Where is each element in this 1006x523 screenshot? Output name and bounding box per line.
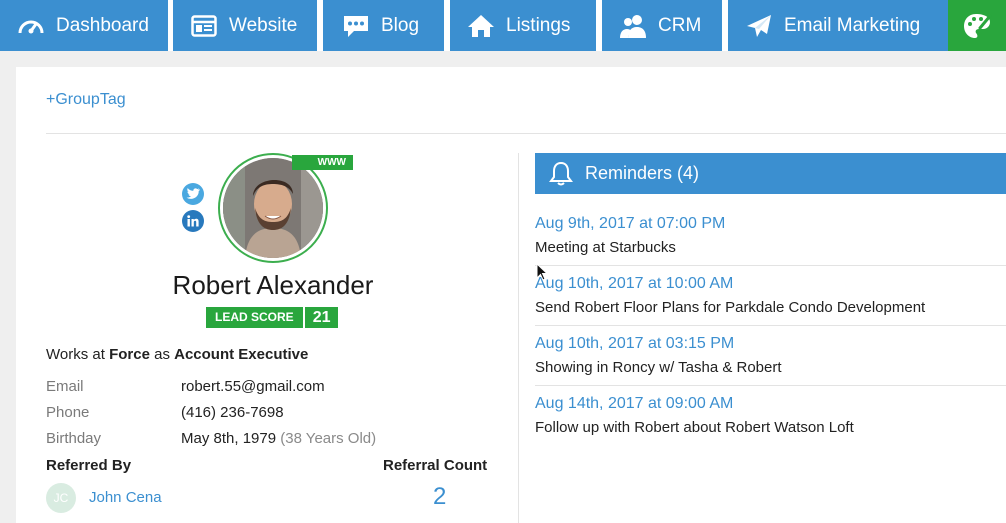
reminder-time: Aug 9th, 2017 at 07:00 PM — [535, 215, 726, 232]
blog-speech-bubble-icon — [341, 11, 371, 41]
referrer-avatar[interactable]: JC — [46, 483, 76, 513]
mouse-cursor-icon — [536, 263, 548, 281]
reminder-time: Aug 10th, 2017 at 03:15 PM — [535, 335, 735, 352]
nav-blog[interactable]: Blog — [323, 0, 444, 51]
birthday-value: May 8th, 1979 (38 Years Old) — [181, 430, 376, 447]
twitter-icon[interactable] — [182, 183, 204, 205]
works-at-line: Works at Force as Account Executive — [46, 346, 308, 363]
referral-count-value[interactable]: 2 — [433, 483, 446, 511]
nav-listings[interactable]: Listings — [450, 0, 596, 51]
nav-email-marketing-label: Email Marketing — [784, 14, 921, 36]
nav-crm-label: CRM — [658, 14, 702, 36]
house-icon — [466, 11, 496, 41]
top-navigation: Dashboard Website Blog Listings CRM Emai… — [0, 0, 1006, 51]
reminder-item[interactable]: Aug 10th, 2017 at 10:00 AM Send Robert F… — [535, 275, 1006, 316]
reminders-header[interactable]: Reminders (4) — [535, 153, 1006, 194]
birthday-age: (38 Years Old) — [280, 430, 377, 447]
reminder-time: Aug 14th, 2017 at 09:00 AM — [535, 395, 734, 412]
linkedin-icon[interactable] — [182, 210, 204, 232]
referrer-name-link[interactable]: John Cena — [89, 489, 162, 506]
palette-icon — [962, 11, 992, 41]
birthday-date: May 8th, 1979 — [181, 430, 277, 447]
reminder-text: Send Robert Floor Plans for Parkdale Con… — [535, 299, 926, 316]
reminder-text: Meeting at Starbucks — [535, 239, 676, 256]
birthday-label: Birthday — [46, 430, 102, 447]
nav-crm[interactable]: CRM — [602, 0, 722, 51]
email-label: Email — [46, 378, 84, 395]
reminder-item[interactable]: Aug 10th, 2017 at 03:15 PM Showing in Ro… — [535, 335, 1006, 376]
nav-dashboard[interactable]: Dashboard — [0, 0, 168, 51]
avatar-photo — [223, 158, 323, 258]
reminders-title: Reminders (4) — [585, 163, 700, 183]
lead-score-value: 21 — [302, 307, 339, 328]
website-window-icon — [189, 11, 219, 41]
reminder-item[interactable]: Aug 14th, 2017 at 09:00 AM Follow up wit… — [535, 395, 1006, 436]
works-at-prefix: Works at — [46, 346, 105, 363]
divider — [535, 325, 1006, 326]
nav-website[interactable]: Website — [173, 0, 317, 51]
bell-icon — [546, 159, 576, 189]
phone-label: Phone — [46, 404, 90, 421]
phone-value[interactable]: (416) 236-7698 — [181, 404, 284, 421]
nav-blog-label: Blog — [381, 14, 420, 36]
dashboard-gauge-icon — [16, 11, 46, 41]
contact-card: +GroupTag WWW Robert Alexander LEAD SCOR… — [16, 67, 1006, 523]
divider — [46, 133, 1006, 134]
referred-by-label: Referred By — [46, 457, 132, 474]
nav-dashboard-label: Dashboard — [56, 14, 149, 36]
contact-name: Robert Alexander — [172, 270, 374, 300]
lead-score-badge: LEAD SCORE 21 — [206, 307, 339, 328]
divider — [535, 265, 1006, 266]
reminder-item[interactable]: Aug 9th, 2017 at 07:00 PM Meeting at Sta… — [535, 215, 1006, 256]
job-title: Account Executive — [174, 346, 309, 363]
reminder-time: Aug 10th, 2017 at 10:00 AM — [535, 275, 734, 292]
works-at-as: as — [154, 346, 170, 363]
column-divider — [518, 153, 519, 523]
email-value[interactable]: robert.55@gmail.com — [181, 378, 325, 395]
referral-count-label: Referral Count — [383, 457, 488, 474]
reminder-text: Follow up with Robert about Robert Watso… — [535, 419, 854, 436]
nav-email-marketing[interactable]: Email Marketing — [728, 0, 948, 51]
company-name: Force — [109, 346, 150, 363]
add-group-tag-link[interactable]: +GroupTag — [46, 91, 126, 109]
nav-website-label: Website — [229, 14, 298, 36]
nav-listings-label: Listings — [506, 14, 571, 36]
lead-score-label: LEAD SCORE — [206, 307, 303, 328]
reminder-text: Showing in Roncy w/ Tasha & Robert — [535, 359, 782, 376]
website-badge[interactable]: WWW — [292, 155, 353, 170]
paper-plane-icon — [744, 11, 774, 41]
users-icon — [618, 11, 648, 41]
divider — [535, 385, 1006, 386]
nav-design[interactable] — [948, 0, 1006, 51]
